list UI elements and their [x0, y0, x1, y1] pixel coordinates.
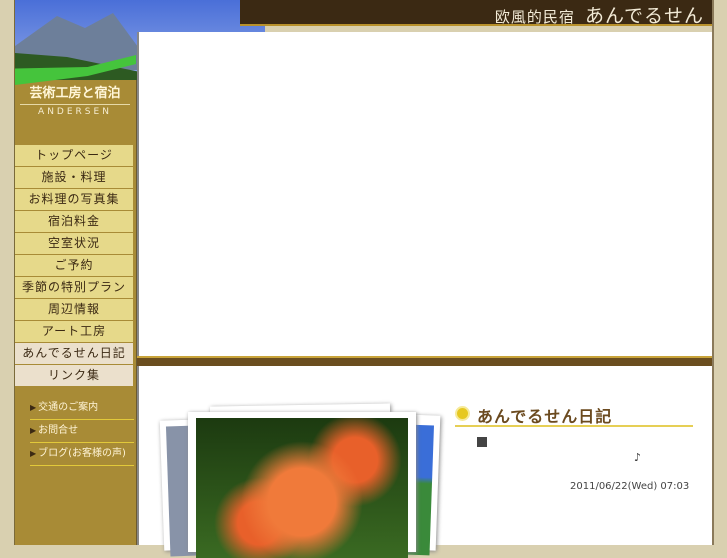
- nav-item-diary[interactable]: あんでるせん日記: [15, 343, 133, 365]
- nav-item-facilities[interactable]: 施設・料理: [15, 167, 133, 189]
- main-content-panel: [137, 32, 714, 356]
- header-bar: 欧風的民宿 あんでるせん: [240, 0, 712, 28]
- nav-item-art-studio[interactable]: アート工房: [15, 321, 133, 343]
- right-border: [712, 0, 727, 545]
- brand-logo-text: 芸術工房と宿泊: [29, 86, 121, 101]
- brand-logo-latin: ANDERSEN: [20, 104, 130, 117]
- nav-item-food-photos[interactable]: お料理の写真集: [15, 189, 133, 211]
- diary-date: 2011/06/22(Wed) 07:03: [570, 481, 690, 492]
- diary-heading: あんでるせん日記: [455, 403, 693, 427]
- link-label: ブログ(お客様の声): [38, 448, 126, 459]
- link-label: 交通のご案内: [38, 402, 99, 413]
- site-subtitle: 欧風的民宿: [494, 8, 575, 26]
- nav-item-area-info[interactable]: 周辺情報: [15, 299, 133, 321]
- nav-item-links[interactable]: リンク集: [15, 365, 133, 387]
- nav-item-rates[interactable]: 宿泊料金: [15, 211, 133, 233]
- azalea-image: [196, 418, 408, 558]
- circle-bullet-icon: [455, 406, 470, 421]
- link-blog[interactable]: ▶ ブログ(お客様の声): [30, 444, 134, 466]
- link-contact[interactable]: ▶ お問合せ: [30, 421, 134, 443]
- nav-item-reservation[interactable]: ご予約: [15, 255, 133, 277]
- arrow-icon: ▶: [30, 426, 37, 435]
- link-label: お問合せ: [38, 425, 79, 436]
- nav-item-availability[interactable]: 空室状況: [15, 233, 133, 255]
- nav-item-seasonal-plan[interactable]: 季節の特別プラン: [15, 277, 133, 299]
- site-title: 欧風的民宿 あんでるせん: [495, 1, 704, 28]
- photo-main-azalea[interactable]: [188, 412, 416, 558]
- site-name: あんでるせん: [584, 5, 704, 27]
- divider-band: [137, 356, 714, 366]
- diary-note: ♪: [634, 451, 642, 464]
- diary-title: あんでるせん日記: [477, 407, 613, 426]
- sidebar-nav: トップページ 施設・料理 お料理の写真集 宿泊料金 空室状況 ご予約 季節の特別…: [15, 145, 133, 387]
- link-access[interactable]: ▶ 交通のご案内: [30, 398, 134, 420]
- square-bullet-icon: [477, 437, 487, 447]
- arrow-icon: ▶: [30, 449, 37, 458]
- sub-links: ▶ 交通のご案内 ▶ お問合せ ▶ ブログ(お客様の声): [30, 398, 134, 467]
- arrow-icon: ▶: [30, 403, 37, 412]
- nav-item-top[interactable]: トップページ: [15, 145, 133, 167]
